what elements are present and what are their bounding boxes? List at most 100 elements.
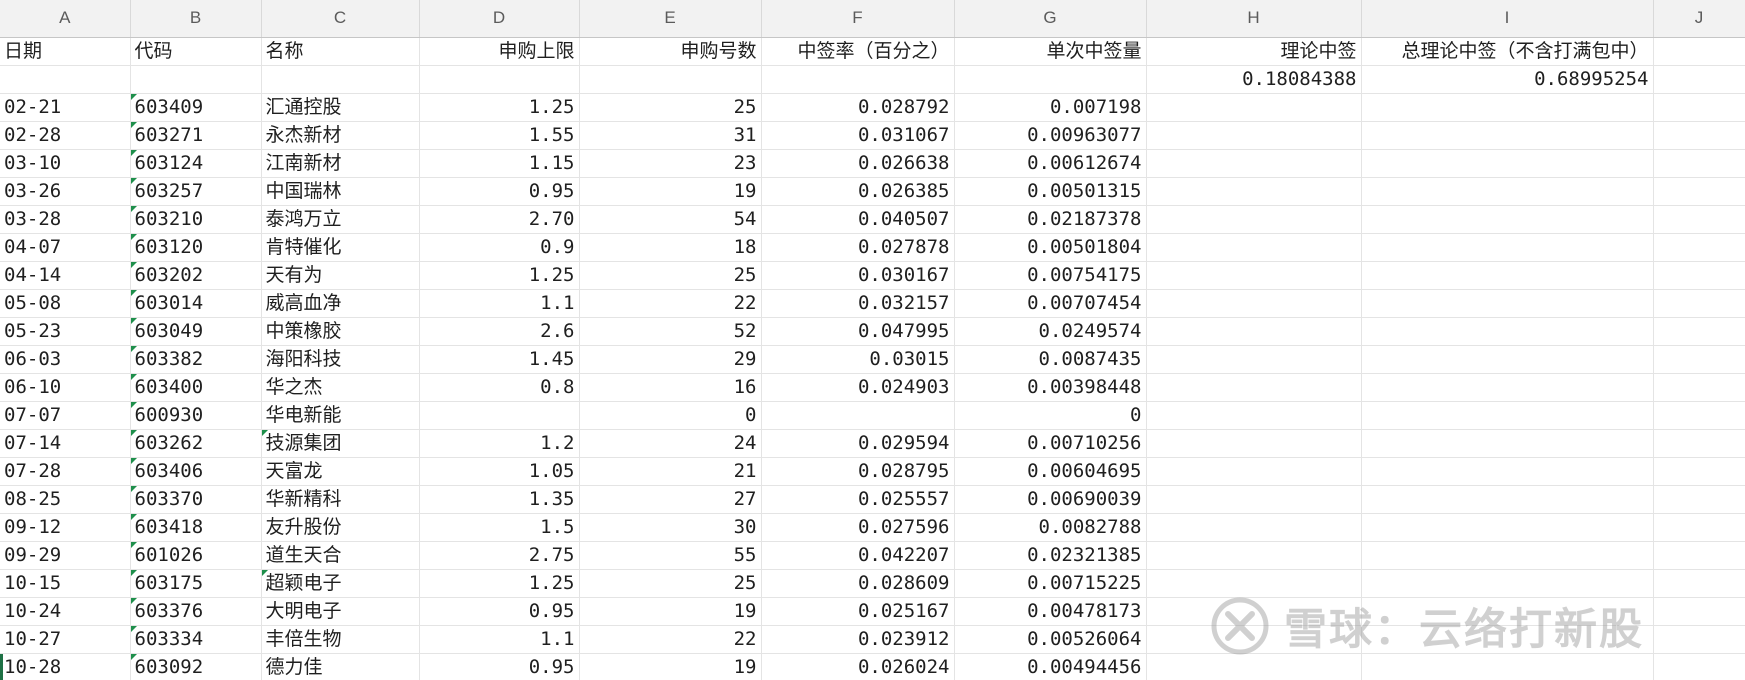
column-header-e[interactable]: E xyxy=(579,0,762,38)
cell-e[interactable]: 23 xyxy=(579,149,762,178)
cell-e[interactable]: 25 xyxy=(579,93,762,122)
cell-a[interactable]: 06-03 xyxy=(0,345,131,374)
cell-h[interactable] xyxy=(1146,429,1362,458)
cell-b[interactable]: 603400 xyxy=(130,373,262,402)
cell-e[interactable]: 27 xyxy=(579,485,762,514)
cell-f[interactable]: 中签率（百分之） xyxy=(761,37,955,66)
cell-j[interactable] xyxy=(1653,345,1745,374)
cell-f[interactable]: 0.032157 xyxy=(761,289,955,318)
cell-c[interactable]: 江南新材 xyxy=(261,149,420,178)
cell-a[interactable]: 07-28 xyxy=(0,457,131,486)
cell-d[interactable]: 1.1 xyxy=(419,625,580,654)
cell-g[interactable]: 0.00715225 xyxy=(954,569,1147,598)
cell-g[interactable]: 0.00494456 xyxy=(954,653,1147,680)
cell-g[interactable]: 0.02187378 xyxy=(954,205,1147,234)
cell-a[interactable]: 07-07 xyxy=(0,401,131,430)
cell-i[interactable] xyxy=(1361,653,1654,680)
cell-j[interactable] xyxy=(1653,261,1745,290)
cell-b[interactable]: 603409 xyxy=(130,93,262,122)
cell-e[interactable]: 22 xyxy=(579,625,762,654)
cell-g[interactable]: 0.00612674 xyxy=(954,149,1147,178)
cell-g[interactable]: 0.00707454 xyxy=(954,289,1147,318)
cell-d[interactable]: 0.8 xyxy=(419,373,580,402)
cell-d[interactable]: 1.25 xyxy=(419,569,580,598)
cell-b[interactable]: 603202 xyxy=(130,261,262,290)
cell-d[interactable]: 申购上限 xyxy=(419,37,580,66)
cell-b[interactable]: 代码 xyxy=(130,37,262,66)
cell-h[interactable] xyxy=(1146,597,1362,626)
cell-h[interactable] xyxy=(1146,177,1362,206)
cell-a[interactable]: 03-28 xyxy=(0,205,131,234)
cell-c[interactable]: 华之杰 xyxy=(261,373,420,402)
cell-i[interactable]: 0.68995254 xyxy=(1361,65,1654,94)
cell-f[interactable]: 0.027596 xyxy=(761,513,955,542)
cell-e[interactable]: 18 xyxy=(579,233,762,262)
cell-a[interactable]: 10-28 xyxy=(0,653,131,680)
cell-j[interactable] xyxy=(1653,429,1745,458)
cell-j[interactable] xyxy=(1653,93,1745,122)
cell-g[interactable]: 0.00398448 xyxy=(954,373,1147,402)
cell-b[interactable]: 603418 xyxy=(130,513,262,542)
cell-c[interactable]: 肯特催化 xyxy=(261,233,420,262)
cell-g[interactable]: 0.0082788 xyxy=(954,513,1147,542)
cell-i[interactable] xyxy=(1361,345,1654,374)
cell-e[interactable]: 19 xyxy=(579,597,762,626)
cell-a[interactable]: 03-10 xyxy=(0,149,131,178)
cell-a[interactable]: 03-26 xyxy=(0,177,131,206)
cell-d[interactable] xyxy=(419,401,580,430)
cell-c[interactable]: 丰倍生物 xyxy=(261,625,420,654)
cell-i[interactable] xyxy=(1361,541,1654,570)
cell-h[interactable] xyxy=(1146,345,1362,374)
cell-f[interactable]: 0.025167 xyxy=(761,597,955,626)
cell-h[interactable] xyxy=(1146,457,1362,486)
cell-f[interactable]: 0.028792 xyxy=(761,93,955,122)
cell-j[interactable] xyxy=(1653,653,1745,680)
cell-h[interactable] xyxy=(1146,261,1362,290)
cell-h[interactable]: 0.18084388 xyxy=(1146,65,1362,94)
column-header-j[interactable]: J xyxy=(1653,0,1745,38)
cell-b[interactable]: 600930 xyxy=(130,401,262,430)
cell-d[interactable]: 1.5 xyxy=(419,513,580,542)
cell-f[interactable]: 0.024903 xyxy=(761,373,955,402)
cell-g[interactable]: 0.02321385 xyxy=(954,541,1147,570)
cell-i[interactable] xyxy=(1361,177,1654,206)
cell-g[interactable]: 0.00690039 xyxy=(954,485,1147,514)
cell-h[interactable] xyxy=(1146,149,1362,178)
cell-i[interactable] xyxy=(1361,401,1654,430)
cell-c[interactable]: 超颖电子 xyxy=(261,569,420,598)
cell-i[interactable] xyxy=(1361,261,1654,290)
cell-a[interactable]: 09-12 xyxy=(0,513,131,542)
cell-b[interactable]: 603334 xyxy=(130,625,262,654)
cell-f[interactable]: 0.027878 xyxy=(761,233,955,262)
cell-c[interactable]: 技源集团 xyxy=(261,429,420,458)
cell-h[interactable] xyxy=(1146,233,1362,262)
cell-i[interactable] xyxy=(1361,513,1654,542)
cell-d[interactable]: 1.15 xyxy=(419,149,580,178)
cell-f[interactable]: 0.030167 xyxy=(761,261,955,290)
cell-a[interactable]: 05-23 xyxy=(0,317,131,346)
cell-b[interactable]: 603370 xyxy=(130,485,262,514)
cell-b[interactable]: 603382 xyxy=(130,345,262,374)
cell-e[interactable]: 30 xyxy=(579,513,762,542)
cell-i[interactable] xyxy=(1361,373,1654,402)
column-header-f[interactable]: F xyxy=(761,0,955,38)
cell-i[interactable] xyxy=(1361,317,1654,346)
cell-c[interactable]: 泰鸿万立 xyxy=(261,205,420,234)
cell-h[interactable] xyxy=(1146,513,1362,542)
cell-e[interactable]: 19 xyxy=(579,653,762,680)
cell-c[interactable]: 友升股份 xyxy=(261,513,420,542)
cell-c[interactable]: 天富龙 xyxy=(261,457,420,486)
cell-h[interactable] xyxy=(1146,373,1362,402)
cell-j[interactable] xyxy=(1653,401,1745,430)
cell-f[interactable]: 0.028609 xyxy=(761,569,955,598)
cell-e[interactable]: 0 xyxy=(579,401,762,430)
cell-e[interactable]: 16 xyxy=(579,373,762,402)
cell-i[interactable] xyxy=(1361,569,1654,598)
cell-a[interactable]: 日期 xyxy=(0,37,131,66)
cell-e[interactable]: 24 xyxy=(579,429,762,458)
cell-h[interactable] xyxy=(1146,317,1362,346)
cell-g[interactable]: 0.00501315 xyxy=(954,177,1147,206)
cell-j[interactable] xyxy=(1653,569,1745,598)
cell-a[interactable]: 10-24 xyxy=(0,597,131,626)
cell-d[interactable]: 1.25 xyxy=(419,261,580,290)
